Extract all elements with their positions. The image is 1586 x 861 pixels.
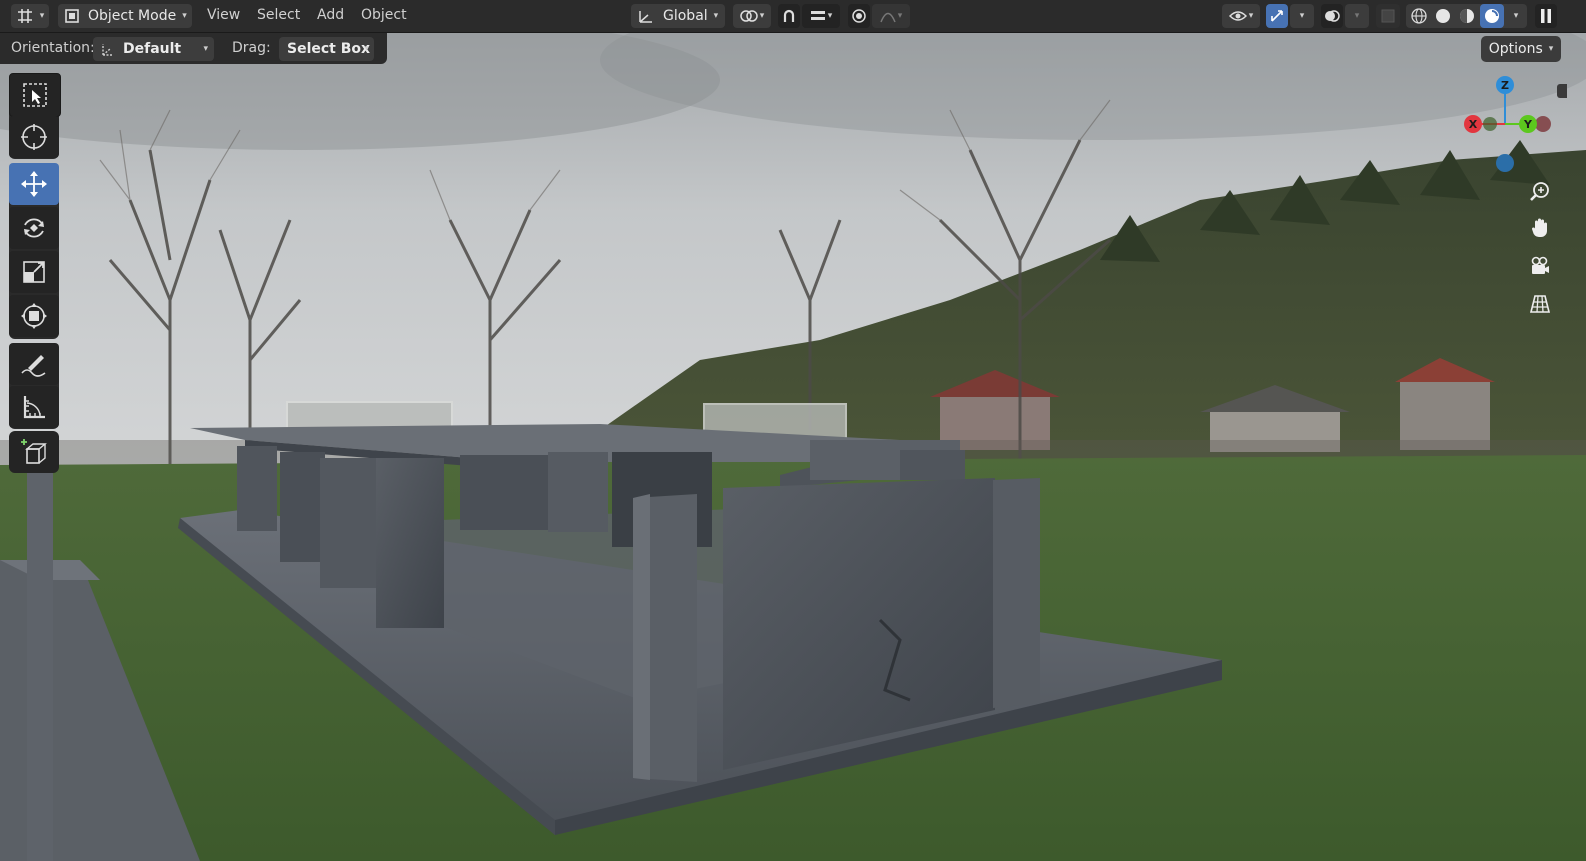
options-label: Options [1488, 41, 1543, 57]
scale-icon [20, 258, 48, 286]
snap-toggle[interactable] [778, 4, 800, 28]
orientation-dropdown[interactable]: Default ▾ [93, 37, 214, 61]
drag-label: Drag: [232, 40, 271, 56]
move-icon [19, 169, 49, 199]
transform-orientation-dropdown[interactable]: Global ▾ [631, 4, 725, 28]
menu-object[interactable]: Object [361, 7, 407, 23]
scale-tool[interactable] [9, 251, 59, 293]
viewport-header: ▾ Object Mode ▾ View Select Add Object G… [0, 0, 1586, 33]
zoom-button[interactable] [1524, 176, 1556, 208]
chevron-down-icon: ▾ [1513, 11, 1519, 21]
mode-dropdown[interactable]: Object Mode ▾ [58, 4, 192, 28]
menu-select[interactable]: Select [257, 7, 300, 23]
mode-label: Object Mode [88, 8, 177, 24]
add-cube-tool[interactable] [9, 431, 59, 473]
orientation-label: Global [663, 8, 708, 24]
annotate-tool[interactable] [9, 343, 59, 385]
transform-tool[interactable] [9, 295, 59, 337]
chevron-down-icon: ▾ [759, 11, 765, 21]
visibility-eye-icon [1228, 9, 1247, 23]
gizmo-axis-y[interactable]: Y [1519, 115, 1537, 133]
annotate-icon [19, 349, 49, 379]
drag-dropdown[interactable]: Select Box ▾ [279, 37, 374, 61]
orientation-label: Orientation: [11, 40, 95, 56]
move-tool[interactable] [9, 163, 59, 205]
chevron-down-icon: ▾ [713, 11, 719, 21]
xray-icon [1381, 9, 1395, 23]
chevron-down-icon: ▾ [182, 11, 187, 21]
gizmo-axis-neg-z[interactable] [1496, 154, 1514, 172]
snap-magnet-icon [781, 8, 797, 24]
falloff-dropdown[interactable]: ▾ [872, 4, 910, 28]
chevron-down-icon: ▾ [1248, 11, 1254, 21]
navigation-gizmo[interactable]: Z X Y [1460, 72, 1560, 182]
gizmo-dropdown[interactable]: ▾ [1290, 4, 1314, 28]
cursor-icon [19, 122, 49, 152]
object-mode-icon [64, 8, 80, 24]
snap-increment-icon [810, 9, 826, 23]
cursor-tool[interactable] [9, 116, 59, 158]
measure-icon [20, 393, 48, 421]
chevron-down-icon: ▾ [39, 11, 45, 21]
pause-icon [1540, 8, 1552, 24]
menu-view[interactable]: View [207, 7, 240, 23]
editor-type-button[interactable]: ▾ [11, 4, 49, 28]
gizmo-icon [1269, 8, 1285, 24]
pivot-point-dropdown[interactable]: ▾ [733, 4, 771, 28]
rendered-scene [0, 0, 1586, 861]
chevron-down-icon: ▾ [897, 11, 903, 21]
add-cube-icon [19, 437, 49, 467]
orientation-default-icon [99, 41, 115, 57]
overlay-dropdown[interactable]: ▾ [1345, 4, 1369, 28]
shading-wireframe-icon[interactable] [1410, 7, 1428, 25]
sidebar-toggle-handle[interactable] [1557, 84, 1567, 98]
orthographic-toggle-button[interactable] [1524, 288, 1556, 320]
gizmo-axis-z[interactable]: Z [1496, 76, 1514, 94]
chevron-down-icon: ▾ [364, 44, 369, 54]
editor-type-icon [16, 8, 34, 24]
xray-toggle[interactable] [1376, 4, 1400, 28]
3d-viewport[interactable] [0, 0, 1586, 861]
rotate-tool[interactable] [9, 207, 59, 249]
orientation-global-icon [637, 8, 655, 24]
zoom-icon [1529, 181, 1551, 203]
proportional-editing-toggle[interactable] [848, 4, 870, 28]
gizmo-axis-x[interactable]: X [1464, 115, 1482, 133]
transform-icon [19, 301, 49, 331]
proportional-editing-icon [851, 8, 867, 24]
chevron-down-icon: ▾ [1299, 11, 1305, 21]
gizmo-toggle[interactable] [1266, 4, 1288, 28]
snap-target-dropdown[interactable]: ▾ [802, 4, 840, 28]
shading-mode-group [1406, 4, 1512, 28]
drag-value: Select Box [287, 41, 371, 57]
visibility-dropdown[interactable]: ▾ [1222, 4, 1260, 28]
menu-add[interactable]: Add [317, 7, 344, 23]
shading-rendered-icon[interactable] [1480, 4, 1504, 28]
chevron-down-icon: ▾ [827, 11, 833, 21]
pivot-point-icon [739, 9, 758, 23]
camera-view-icon [1529, 255, 1551, 277]
falloff-curve-icon [880, 9, 896, 23]
orientation-value: Default [123, 41, 182, 57]
measure-tool[interactable] [9, 386, 59, 428]
options-dropdown[interactable]: Options ▾ [1481, 36, 1561, 62]
chevron-down-icon: ▾ [1354, 11, 1360, 21]
pan-hand-icon [1529, 217, 1551, 239]
chevron-down-icon: ▾ [1548, 44, 1554, 54]
overlay-icon [1324, 8, 1340, 24]
orthographic-grid-icon [1529, 293, 1551, 315]
pan-button[interactable] [1524, 212, 1556, 244]
chevron-down-icon: ▾ [203, 44, 208, 54]
camera-view-button[interactable] [1524, 250, 1556, 282]
shading-solid-icon[interactable] [1434, 7, 1452, 25]
pause-render-button[interactable] [1535, 4, 1557, 28]
shading-dropdown[interactable]: ▾ [1505, 4, 1527, 28]
shading-material-icon[interactable] [1458, 7, 1476, 25]
overlay-toggle[interactable] [1321, 4, 1343, 28]
rotate-icon [19, 213, 49, 243]
select-box-tool[interactable] [9, 73, 61, 117]
select-box-icon [21, 81, 49, 109]
